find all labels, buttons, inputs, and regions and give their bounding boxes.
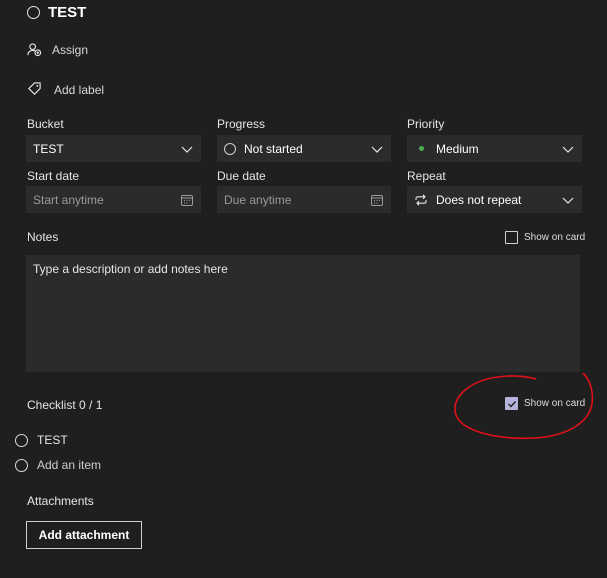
- attachments-label: Attachments: [27, 494, 94, 508]
- start-date-placeholder: Start anytime: [33, 192, 104, 207]
- repeat-select[interactable]: Does not repeat: [407, 186, 582, 213]
- task-title[interactable]: TEST: [48, 4, 86, 21]
- add-checklist-item[interactable]: Add an item: [15, 458, 101, 472]
- notes-show-on-card-label: Show on card: [524, 232, 586, 243]
- notes-placeholder: Type a description or add notes here: [33, 262, 228, 276]
- bucket-select[interactable]: TEST: [26, 135, 201, 162]
- add-item-label[interactable]: Add an item: [37, 458, 101, 472]
- due-date-placeholder: Due anytime: [224, 192, 292, 207]
- task-title-row: TEST: [27, 4, 86, 21]
- repeat-value: Does not repeat: [436, 192, 522, 207]
- checklist-item-circle-icon[interactable]: [15, 433, 28, 447]
- progress-label: Progress: [217, 117, 266, 131]
- calendar-icon[interactable]: [180, 193, 194, 207]
- assign-label: Assign: [52, 42, 89, 57]
- add-attachment-button[interactable]: Add attachment: [26, 521, 142, 549]
- start-date-label: Start date: [27, 169, 80, 183]
- chevron-down-icon: [371, 146, 383, 153]
- medium-priority-dot-icon: [419, 146, 424, 151]
- progress-select[interactable]: Not started: [217, 135, 391, 162]
- chevron-down-icon: [562, 197, 574, 204]
- checklist-item[interactable]: TEST: [15, 433, 68, 447]
- priority-label: Priority: [407, 117, 445, 131]
- checklist-item-text[interactable]: TEST: [37, 433, 68, 447]
- bucket-label: Bucket: [27, 117, 64, 131]
- priority-value: Medium: [436, 141, 479, 156]
- add-item-circle-icon: [15, 458, 28, 472]
- calendar-icon[interactable]: [370, 193, 384, 207]
- add-label-text: Add label: [54, 82, 105, 97]
- chevron-down-icon: [562, 146, 574, 153]
- due-date-input[interactable]: Due anytime: [217, 186, 391, 213]
- tag-icon: [28, 82, 41, 95]
- notes-textarea[interactable]: Type a description or add notes here: [26, 255, 580, 372]
- assign-row[interactable]: Assign: [27, 42, 88, 57]
- complete-task-circle-icon[interactable]: [27, 6, 40, 19]
- chevron-down-icon: [181, 146, 193, 153]
- notes-label: Notes: [27, 230, 59, 244]
- repeat-label: Repeat: [407, 169, 446, 183]
- progress-value: Not started: [244, 141, 303, 156]
- checklist-label: Checklist 0 / 1: [27, 398, 103, 412]
- notes-show-on-card[interactable]: Show on card: [505, 231, 585, 244]
- notes-show-on-card-checkbox[interactable]: [505, 231, 518, 244]
- add-label-row[interactable]: Add label: [27, 82, 104, 97]
- bucket-value: TEST: [33, 141, 64, 156]
- priority-select[interactable]: Medium: [407, 135, 582, 162]
- assign-person-icon: [27, 43, 42, 57]
- not-started-circle-icon: [224, 142, 236, 155]
- due-date-label: Due date: [217, 169, 266, 183]
- red-annotation-circle: [454, 372, 594, 440]
- repeat-icon: [415, 193, 427, 206]
- start-date-input[interactable]: Start anytime: [26, 186, 201, 213]
